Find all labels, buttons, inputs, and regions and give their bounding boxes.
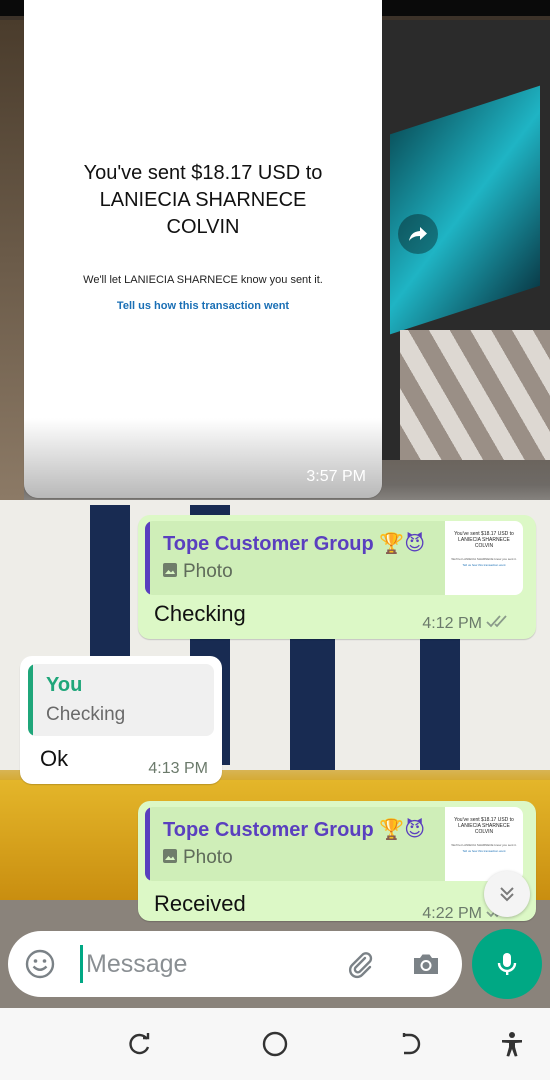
recents-icon[interactable] [122, 1026, 158, 1062]
reply-quote[interactable]: You Checking [28, 664, 214, 736]
receipt-title: You've sent $18.17 USD to LANIECIA SHARN… [83, 162, 323, 238]
quote-author: Tope Customer Group 🏆😈 [163, 819, 426, 841]
image-icon [163, 847, 177, 869]
message-composer [8, 931, 462, 997]
quote-author: Tope Customer Group 🏆😈 [163, 533, 426, 555]
thumb-link: Tell us how this transaction went [462, 849, 506, 853]
quote-bar [145, 521, 150, 595]
back-icon[interactable] [392, 1026, 428, 1062]
paperclip-icon[interactable] [342, 946, 378, 982]
quote-bar [28, 664, 33, 736]
message-bubble-outgoing[interactable]: Tope Customer Group 🏆😈 Photo You've sent… [138, 515, 536, 639]
thumb-note: We'll let LANIECIA SHARNECE know you sen… [451, 843, 517, 847]
thumb-note: We'll let LANIECIA SHARNECE know you sen… [451, 557, 517, 561]
quote-type: Photo [163, 561, 233, 583]
quote-thumbnail: You've sent $18.17 USD to LANIECIA SHARN… [445, 521, 523, 595]
message-bubble-incoming[interactable]: You Checking Ok 4:13 PM [20, 656, 222, 784]
image-shade [24, 418, 382, 498]
emoji-icon[interactable] [22, 946, 58, 982]
receipt-link: Tell us how this transaction went [116, 300, 290, 312]
message-time: 4:13 PM [148, 760, 208, 777]
message-text: Received [154, 891, 246, 916]
quote-type-label: Photo [183, 561, 233, 582]
image-message[interactable]: You've sent $18.17 USD to LANIECIA SHARN… [24, 0, 382, 498]
message-text: Checking [154, 601, 246, 626]
message-input[interactable] [86, 945, 336, 983]
quote-type: Photo [163, 847, 233, 869]
message-text: Ok [40, 746, 69, 771]
message-time: 4:12 PM [422, 614, 482, 632]
accessibility-icon[interactable] [494, 1026, 530, 1062]
message-time: 4:22 PM [422, 904, 482, 922]
microphone-icon[interactable] [472, 929, 542, 999]
camera-icon[interactable] [408, 946, 444, 982]
quote-thumbnail: You've sent $18.17 USD to LANIECIA SHARN… [445, 807, 523, 881]
image-icon [163, 561, 177, 583]
system-navigation-bar [0, 1008, 550, 1080]
quote-type-label: Photo [183, 847, 233, 868]
quote-text: Checking [46, 704, 126, 725]
message-bubble-outgoing[interactable]: Tope Customer Group 🏆😈 Photo You've sent… [138, 801, 536, 922]
reply-quote[interactable]: Tope Customer Group 🏆😈 Photo You've sent… [145, 521, 523, 595]
double-chevron-down-icon[interactable] [484, 871, 530, 917]
quote-author: You [46, 674, 83, 696]
text-cursor [80, 945, 83, 983]
quote-bar [145, 807, 150, 881]
thumb-link: Tell us how this transaction went [462, 563, 506, 567]
thumb-title: You've sent $18.17 USD to LANIECIA SHARN… [454, 531, 514, 549]
message-time: 3:57 PM [306, 468, 366, 485]
forward-icon[interactable] [398, 214, 438, 254]
message-meta: 4:12 PM [422, 613, 512, 634]
reply-quote[interactable]: Tope Customer Group 🏆😈 Photo You've sent… [145, 807, 523, 881]
thumb-title: You've sent $18.17 USD to LANIECIA SHARN… [454, 817, 514, 835]
receipt-note: We'll let LANIECIA SHARNECE know you sen… [83, 274, 323, 286]
home-icon[interactable] [257, 1026, 293, 1062]
double-check-icon [486, 613, 512, 634]
